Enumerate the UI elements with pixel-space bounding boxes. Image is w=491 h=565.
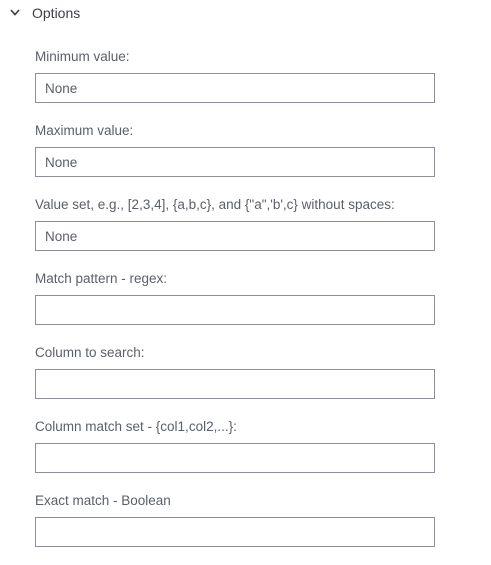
exact-match-input[interactable] <box>35 517 435 547</box>
column-match-set-field: Column match set - {col1,col2,...}: <box>35 418 435 473</box>
column-match-set-label: Column match set - {col1,col2,...}: <box>35 419 237 434</box>
options-section-title: Options <box>32 5 81 21</box>
match-pattern-label: Match pattern - regex: <box>35 271 168 286</box>
column-to-search-label: Column to search: <box>35 345 145 360</box>
maximum-value-input[interactable] <box>35 147 435 177</box>
exact-match-label: Exact match - Boolean <box>35 493 171 508</box>
chevron-down-icon <box>8 3 26 23</box>
value-set-field: Value set, e.g., [2,3,4], {a,b,c}, and {… <box>35 196 435 251</box>
match-pattern-field: Match pattern - regex: <box>35 270 435 325</box>
minimum-value-field: Minimum value: <box>35 48 435 103</box>
options-section-toggle[interactable]: Options <box>8 3 80 23</box>
column-match-set-input[interactable] <box>35 443 435 473</box>
minimum-value-label: Minimum value: <box>35 49 130 64</box>
column-to-search-input[interactable] <box>35 369 435 399</box>
column-to-search-field: Column to search: <box>35 344 435 399</box>
match-pattern-input[interactable] <box>35 295 435 325</box>
minimum-value-input[interactable] <box>35 73 435 103</box>
value-set-input[interactable] <box>35 221 435 251</box>
value-set-label: Value set, e.g., [2,3,4], {a,b,c}, and {… <box>35 197 395 212</box>
maximum-value-label: Maximum value: <box>35 123 134 138</box>
exact-match-field: Exact match - Boolean <box>35 492 435 547</box>
maximum-value-field: Maximum value: <box>35 122 435 177</box>
